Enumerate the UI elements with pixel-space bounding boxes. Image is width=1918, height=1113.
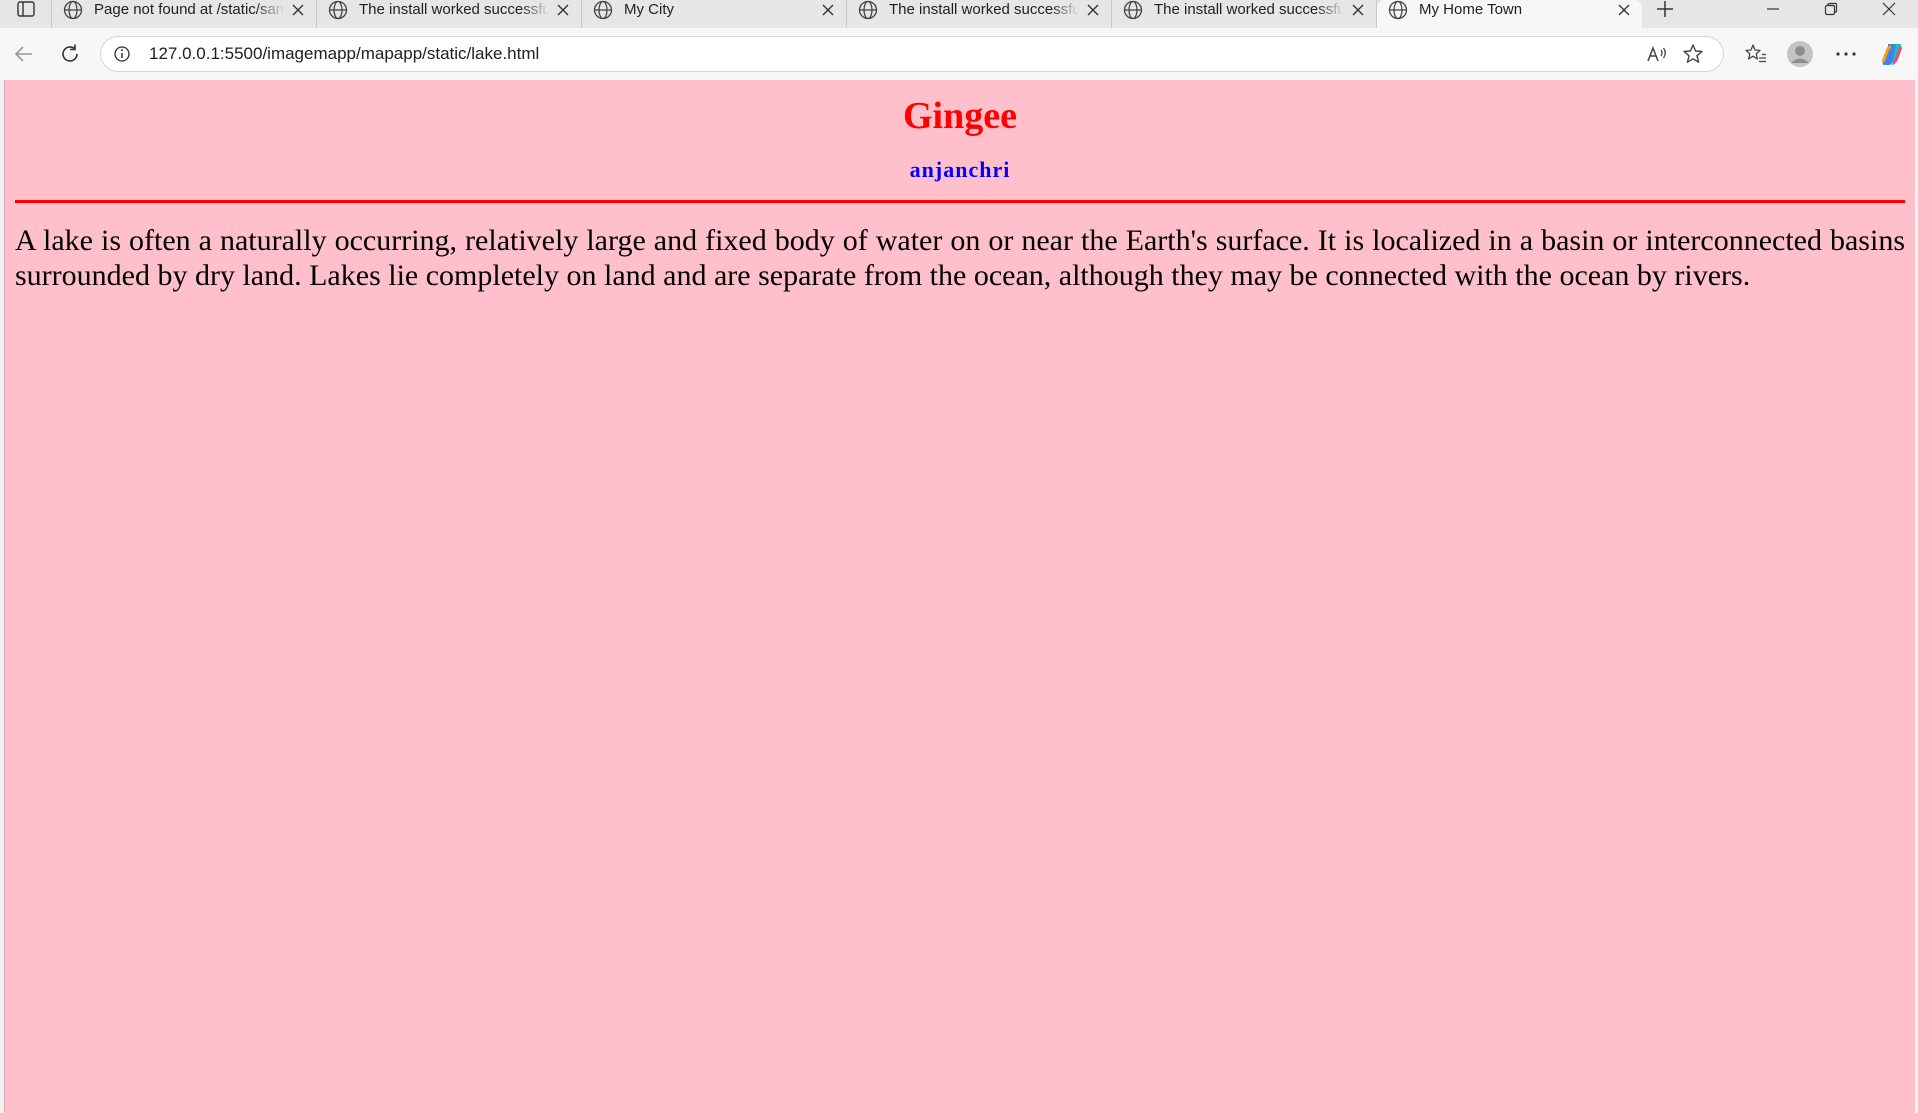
tab-title: Page not found at /static/sample bbox=[94, 0, 284, 18]
back-button[interactable] bbox=[4, 34, 44, 74]
read-aloud-icon bbox=[1647, 45, 1666, 62]
close-tab-icon[interactable] bbox=[1616, 2, 1632, 18]
tab-title: The install worked successfully! bbox=[889, 0, 1079, 18]
close-tab-icon[interactable] bbox=[290, 2, 306, 18]
read-aloud-button[interactable] bbox=[1639, 36, 1675, 72]
globe-icon bbox=[593, 0, 613, 20]
copilot-button[interactable] bbox=[1872, 34, 1912, 74]
minimize-icon bbox=[1767, 8, 1779, 10]
restore-icon bbox=[1824, 2, 1838, 16]
close-tab-icon[interactable] bbox=[820, 2, 836, 18]
tab-title: The install worked successfully! bbox=[359, 0, 549, 18]
favorites-icon bbox=[1745, 44, 1766, 63]
sidebar-toggle-button[interactable] bbox=[0, 0, 52, 28]
back-arrow-icon bbox=[14, 46, 32, 62]
browser-tab[interactable]: My City bbox=[582, 0, 847, 28]
close-icon bbox=[1882, 2, 1896, 16]
close-tab-icon[interactable] bbox=[1085, 2, 1101, 18]
favorites-button[interactable] bbox=[1736, 34, 1776, 74]
author-name: anjanchri bbox=[909, 156, 1011, 182]
horizontal-rule bbox=[15, 199, 1905, 203]
refresh-button[interactable] bbox=[50, 34, 90, 74]
address-bar[interactable]: 127.0.0.1:5500/imagemapp/mapapp/static/l… bbox=[100, 36, 1724, 72]
globe-icon bbox=[1388, 0, 1408, 20]
lake-description: A lake is often a naturally occurring, r… bbox=[15, 223, 1905, 292]
page-content: Gingee anjanchri A lake is often a natur… bbox=[4, 80, 1915, 1113]
browser-tab[interactable]: Page not found at /static/sample bbox=[52, 0, 317, 28]
profile-button[interactable] bbox=[1780, 34, 1820, 74]
browser-toolbar: 127.0.0.1:5500/imagemapp/mapapp/static/l… bbox=[0, 28, 1918, 80]
tab-strip: Page not found at /static/sample The ins… bbox=[0, 0, 1918, 28]
copilot-icon bbox=[1881, 44, 1903, 65]
globe-icon bbox=[858, 0, 878, 20]
refresh-icon bbox=[62, 44, 78, 62]
more-dots-icon bbox=[1836, 52, 1856, 56]
page-heading: Gingee bbox=[903, 95, 1017, 137]
site-info-icon[interactable] bbox=[113, 45, 131, 63]
new-tab-button[interactable] bbox=[1642, 0, 1688, 28]
browser-tab-active[interactable]: My Home Town bbox=[1377, 0, 1642, 28]
window-controls bbox=[1744, 0, 1918, 28]
browser-tab[interactable]: The install worked successfully! bbox=[847, 0, 1112, 28]
tab-title: My Home Town bbox=[1419, 0, 1523, 18]
tab-title: My City bbox=[624, 0, 674, 18]
avatar-icon bbox=[1787, 41, 1813, 67]
minimize-button[interactable] bbox=[1744, 0, 1802, 28]
plus-icon bbox=[1657, 1, 1673, 17]
more-menu-button[interactable] bbox=[1826, 34, 1866, 74]
favorite-button[interactable] bbox=[1675, 36, 1711, 72]
star-icon bbox=[1683, 44, 1703, 63]
close-window-button[interactable] bbox=[1860, 0, 1918, 28]
restore-button[interactable] bbox=[1802, 0, 1860, 28]
close-tab-icon[interactable] bbox=[555, 2, 571, 18]
browser-tab[interactable]: The install worked successfully! bbox=[317, 0, 582, 28]
sidebar-icon bbox=[16, 1, 35, 17]
tab-title: The install worked successfully! bbox=[1154, 0, 1344, 18]
browser-tab[interactable]: The install worked successfully! bbox=[1112, 0, 1377, 28]
globe-icon bbox=[1123, 0, 1143, 20]
globe-icon bbox=[328, 0, 348, 20]
url-text[interactable]: 127.0.0.1:5500/imagemapp/mapapp/static/l… bbox=[149, 44, 1639, 64]
close-tab-icon[interactable] bbox=[1350, 2, 1366, 18]
globe-icon bbox=[63, 0, 83, 20]
